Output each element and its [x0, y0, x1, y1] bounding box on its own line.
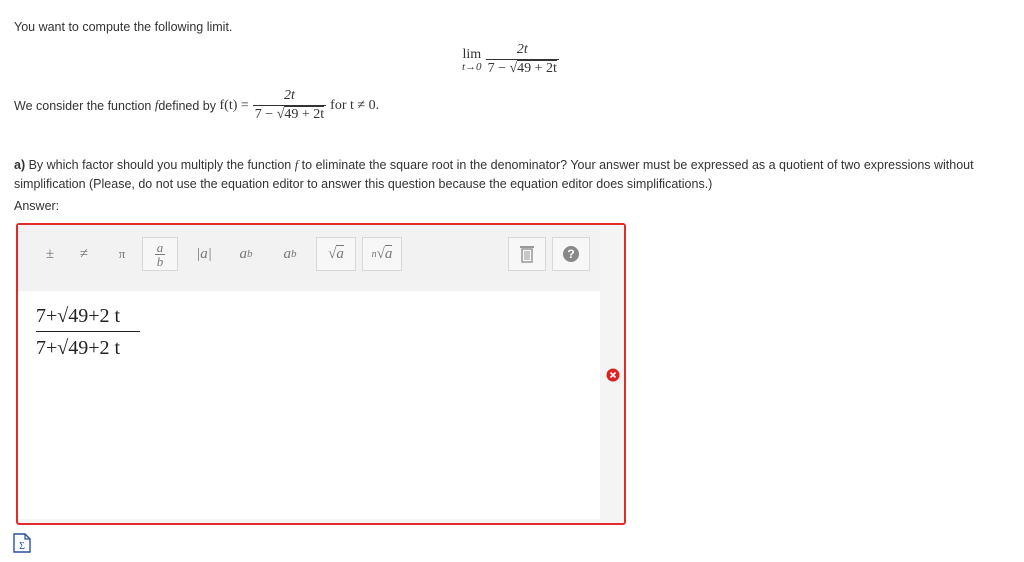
func-condition: for t ≠ 0. — [330, 97, 380, 113]
svg-text:Σ: Σ — [19, 541, 25, 552]
answer-line-numerator: 7+√49+2 t — [36, 305, 121, 327]
absolute-value-button[interactable]: |a| — [186, 237, 222, 271]
editor-toolbar: ± ≠ π ab |a| ab ab √ a n √ a ? — [18, 225, 600, 291]
func-den-radicand: 49 + 2t — [284, 106, 325, 122]
editor-input-area[interactable]: 7+√49+2 t 7+√49+2 t — [18, 291, 600, 519]
question-text-1: By which factor should you multiply the … — [25, 158, 295, 172]
answer-label: Answer: — [14, 199, 60, 213]
answer-fraction-bar — [36, 331, 140, 332]
func-mid-text: defined by — [158, 98, 217, 113]
pi-button[interactable]: π — [104, 237, 140, 271]
limit-subscript: t→0 — [462, 60, 482, 73]
help-button[interactable]: ? — [552, 237, 590, 271]
not-equal-button[interactable]: ≠ — [66, 237, 102, 271]
superscript-button[interactable]: ab — [228, 237, 264, 271]
function-definition: We consider the function f defined by f(… — [14, 88, 380, 122]
answer-line-denominator: 7+√49+2 t — [36, 337, 121, 359]
square-root-button[interactable]: √ a — [316, 237, 356, 271]
limit-expression: lim t→0 2t 7 − √49 + 2t — [462, 42, 559, 77]
func-lead-text: We consider the function — [14, 98, 152, 113]
subscript-button[interactable]: ab — [272, 237, 308, 271]
equation-editor[interactable]: ± ≠ π ab |a| ab ab √ a n √ a ? 7+√49+2 t 7+… — [16, 223, 626, 525]
intro-text: You want to compute the following limit. — [14, 20, 233, 34]
error-icon — [606, 368, 620, 382]
fraction-button[interactable]: ab — [142, 237, 178, 271]
trash-button[interactable] — [508, 237, 546, 271]
func-den-lead: 7 − — [254, 107, 277, 122]
func-numerator: 2t — [284, 88, 295, 103]
question-part: a) — [14, 158, 26, 172]
math-document-icon[interactable]: Σ — [12, 532, 32, 554]
help-icon: ? — [563, 246, 579, 262]
sqrt-symbol: √ — [509, 61, 518, 76]
nth-root-button[interactable]: n √ a — [362, 237, 402, 271]
question-text: a) By which factor should you multiply t… — [14, 156, 1014, 194]
plus-minus-button[interactable]: ± — [32, 237, 68, 271]
limit-den-radicand: 49 + 2t — [517, 60, 557, 76]
svg-text:?: ? — [567, 247, 574, 261]
trash-icon — [520, 246, 534, 263]
limit-numerator: 2t — [516, 42, 528, 57]
func-lhs: f(t) = — [219, 97, 249, 113]
limit-den-lead: 7 − — [487, 61, 510, 76]
